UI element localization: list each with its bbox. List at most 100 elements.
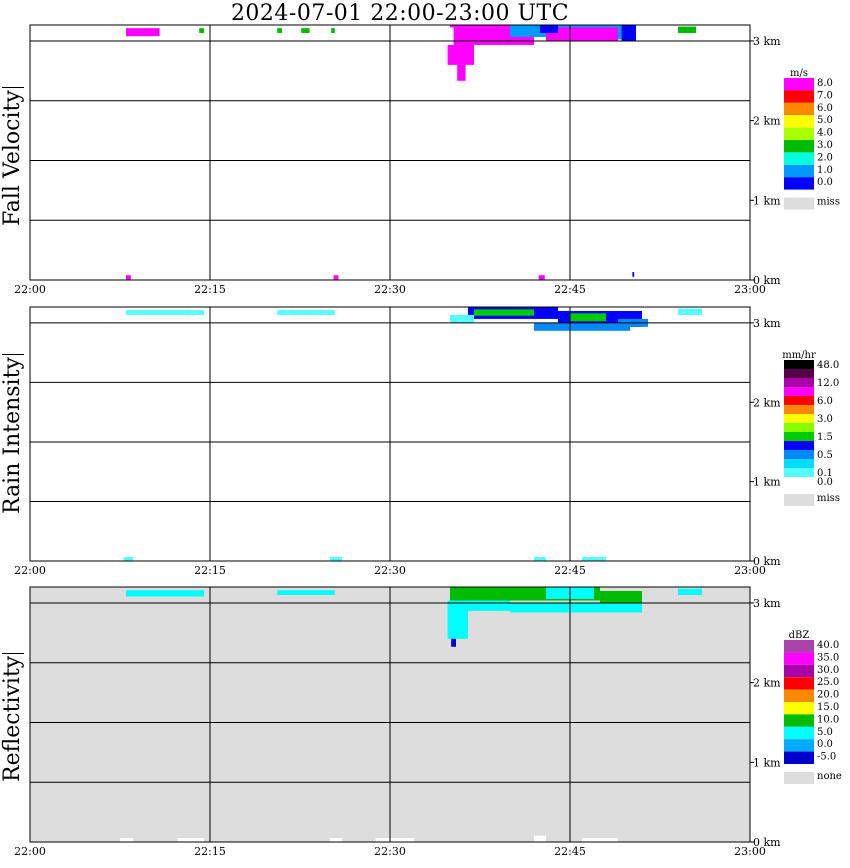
data-cell — [277, 590, 335, 595]
data-cell — [450, 314, 474, 323]
data-cell — [126, 28, 160, 37]
x-tick-label: 22:15 — [194, 845, 226, 858]
scale-swatch — [784, 140, 814, 153]
scale-swatch — [784, 102, 814, 116]
y-tick-label: 3 km — [753, 317, 781, 330]
scale-missing-swatch — [784, 494, 814, 506]
data-cell — [570, 313, 606, 322]
scale-swatch — [784, 739, 814, 752]
y-tick-label: 0 km — [753, 836, 781, 849]
panel-ylabel-fall-velocity: Fall Velocity — [0, 87, 25, 226]
scale-swatch — [784, 360, 814, 369]
x-tick-label: 22:00 — [14, 845, 46, 858]
scale-swatch — [784, 640, 814, 653]
scale-swatch — [784, 664, 814, 678]
data-cell — [451, 638, 456, 647]
x-tick-label: 22:45 — [554, 845, 586, 858]
scale-label: 3.0 — [817, 414, 833, 425]
scale-swatch — [784, 714, 814, 727]
scale-swatch — [784, 702, 814, 715]
scale-label: 5.0 — [817, 727, 833, 738]
data-cell — [199, 28, 204, 33]
scale-swatch — [784, 414, 814, 423]
scale-swatch — [784, 369, 814, 378]
scale-label: 0.0 — [817, 739, 833, 750]
data-cell — [277, 28, 282, 33]
y-tick-label: 3 km — [753, 597, 781, 610]
scale-label: 2.0 — [817, 152, 833, 163]
data-cell — [120, 838, 134, 842]
data-cell — [277, 310, 335, 315]
y-tick-label: 2 km — [753, 677, 781, 690]
data-cell — [621, 25, 636, 41]
data-cell — [540, 25, 558, 33]
scale-label: 3.0 — [817, 140, 833, 151]
y-tick-label: 2 km — [753, 396, 781, 409]
scale-swatch — [784, 423, 814, 432]
scale-label: 4.0 — [817, 128, 833, 139]
data-cell — [126, 275, 131, 280]
scale-label: 10.0 — [817, 714, 839, 725]
scale-missing-label: miss — [817, 493, 840, 504]
scale-swatch — [784, 441, 814, 450]
x-tick-label: 22:00 — [14, 564, 46, 577]
x-tick-label: 22:30 — [374, 564, 406, 577]
scale-swatch — [784, 387, 814, 396]
scale-swatch — [784, 468, 814, 477]
scale-swatch — [784, 115, 814, 128]
data-cell — [126, 590, 204, 597]
data-cell — [447, 600, 468, 639]
scale-swatch — [784, 652, 814, 665]
scale-missing-label: none — [817, 771, 842, 782]
scale-swatch — [784, 127, 814, 140]
scale-swatch — [784, 78, 814, 91]
scale-label: 12.0 — [817, 378, 839, 389]
scale-label: 6.0 — [817, 396, 833, 407]
data-cell — [678, 26, 696, 33]
data-cell — [447, 44, 474, 65]
data-cell — [468, 600, 510, 611]
scale-swatch — [784, 378, 814, 387]
scale-label: 7.0 — [817, 90, 833, 101]
scale-swatch — [784, 450, 814, 459]
scale-label: 40.0 — [817, 640, 839, 651]
scale-label: 8.0 — [817, 78, 833, 89]
data-cell — [538, 275, 545, 280]
scale-label: 30.0 — [817, 665, 839, 676]
scale-swatch — [784, 152, 814, 165]
y-tick-label: 0 km — [753, 555, 781, 568]
panel-ylabel-rain-intensity: Rain Intensity — [0, 354, 25, 514]
x-tick-label: 22:00 — [14, 283, 46, 296]
data-cell — [582, 838, 618, 842]
data-cell — [333, 275, 339, 280]
ylabel-text: Rain Intensity — [0, 357, 25, 514]
data-cell — [678, 308, 702, 315]
data-cell — [510, 602, 642, 613]
scale-label: 0.5 — [817, 450, 833, 461]
scale-swatch — [784, 164, 814, 178]
data-cell — [177, 838, 204, 842]
data-cell — [126, 310, 204, 315]
data-cell — [330, 557, 342, 561]
ylabel-text: Reflectivity — [0, 655, 25, 782]
data-cell — [534, 835, 546, 842]
scale-label: 0.0 — [817, 477, 833, 488]
scale-swatch — [784, 726, 814, 740]
scale-label: 1.0 — [817, 165, 833, 176]
panel-ylabel-reflectivity: Reflectivity — [0, 652, 25, 782]
scale-swatch — [784, 90, 814, 103]
scale-label: -5.0 — [817, 752, 836, 763]
scale-swatch — [784, 396, 814, 405]
y-tick-label: 1 km — [753, 194, 781, 207]
scale-swatch — [784, 432, 814, 441]
scale-missing-swatch — [784, 197, 814, 210]
scale-unit-label: mm/hr — [782, 350, 816, 361]
y-tick-label: 1 km — [753, 476, 781, 489]
scale-unit-label: dBZ — [789, 630, 810, 641]
scale-label: 5.0 — [817, 115, 833, 126]
data-cell — [301, 28, 310, 33]
scale-swatch — [784, 405, 814, 414]
data-cell — [474, 309, 534, 316]
data-cell — [632, 272, 635, 277]
data-cell — [534, 557, 546, 561]
